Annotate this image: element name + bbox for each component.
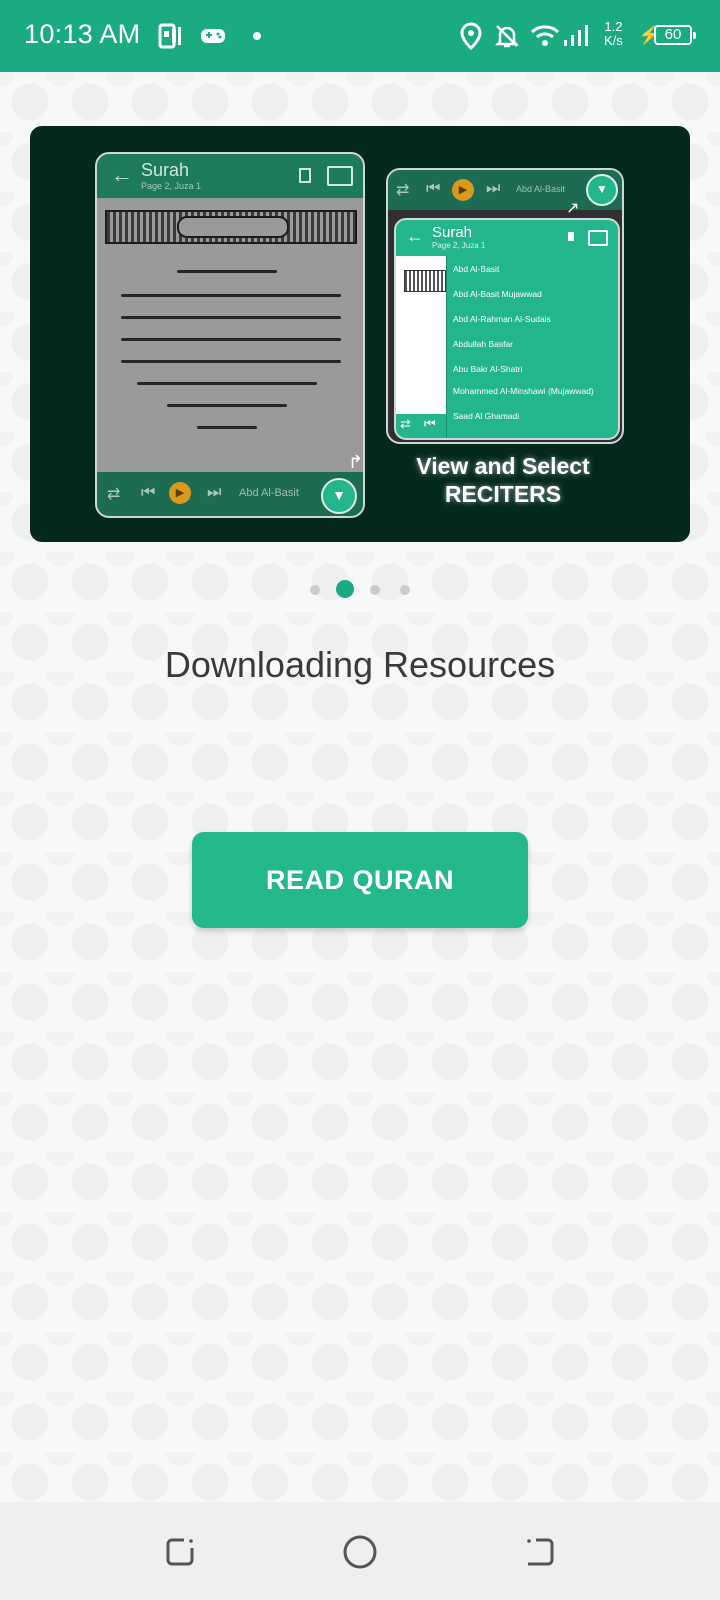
location-icon: [460, 22, 482, 50]
repeat-icon: ⇄: [400, 416, 411, 431]
reciter-item: Mohammed Al-Minshawi (Mujawwad): [453, 386, 594, 396]
mock-subtitle: Page 2, Juza 1: [432, 241, 486, 250]
reciter-item: Saad Al Ghamadi: [453, 411, 520, 421]
back-icon[interactable]: [522, 1534, 558, 1570]
status-heading: Downloading Resources: [164, 644, 556, 685]
mock-audio-player: ⇄ ⏮: [396, 414, 446, 438]
game-controller-icon: [200, 22, 226, 50]
back-arrow-icon: ←: [406, 226, 424, 246]
bell-off-icon: [494, 22, 520, 50]
dot-icon: [252, 22, 262, 50]
arabic-text-line: [121, 338, 341, 341]
arabic-text-line: [197, 426, 257, 429]
dropdown-icon: ▼: [586, 174, 618, 206]
book-icon: [588, 230, 608, 246]
previous-icon: ⏮: [141, 484, 156, 501]
page-dot-active[interactable]: [336, 580, 354, 598]
reciter-name: Abd Al-Basit: [239, 487, 299, 499]
mock-header: ← Surah Page 2, Juza 1: [97, 154, 363, 198]
mock-header: ← Surah Page 2, Juza 1: [396, 220, 618, 256]
speed-unit: K/s: [604, 33, 623, 48]
arabic-text-line: [121, 360, 341, 363]
book-icon: [327, 166, 353, 186]
mock-audio-player: ⇄ ⏮ ▶ ⏭ Abd Al-Basit ▼: [97, 472, 363, 516]
reciter-name: Abd Al-Basit: [516, 184, 566, 194]
arabic-text-line: [167, 404, 287, 407]
reciter-item: Abdullah Basfar: [453, 339, 514, 349]
page-dot[interactable]: [370, 585, 380, 595]
reciter-item: Abd Al-Basit Mujawwad: [453, 289, 542, 299]
arabic-text-line: [121, 294, 341, 297]
read-quran-button[interactable]: READ QURAN: [192, 832, 528, 928]
play-icon: ▶: [452, 179, 474, 201]
reciter-selector-mockup: ← Surah Page 2, Juza 1 Abd Al-Basit Abd …: [394, 218, 620, 440]
battery-icon: 60: [654, 25, 696, 45]
page-dot[interactable]: [310, 585, 320, 595]
mock-audio-player: ⇄ ⏮ ▶ ⏭ Abd Al-Basit ▼: [388, 170, 622, 210]
arabic-text-line: [177, 270, 277, 273]
play-icon: ▶: [169, 482, 191, 504]
pdf-app-icon: [158, 22, 184, 50]
pointer-arrow-icon: ↗: [566, 200, 580, 217]
bookmark-icon: [568, 232, 574, 241]
arabic-text-line: [121, 316, 341, 319]
battery-level: 60: [664, 26, 682, 43]
reciter-item: Abu Bakr Al-Shatri: [453, 364, 523, 374]
surah-header-frame: [105, 210, 357, 244]
onboarding-slide[interactable]: ← Surah Page 2, Juza 1 ⇄ ⏮ ▶ ⏭ Abd Al-Ba…: [30, 126, 690, 542]
navigation-bar: [0, 1502, 720, 1600]
repeat-icon: ⇄: [107, 486, 121, 503]
arabic-text-line: [137, 382, 317, 385]
mock-title: Surah: [432, 224, 473, 241]
next-icon: ⏭: [486, 180, 501, 197]
dropdown-icon: ▼: [321, 478, 357, 514]
status-time: 10:13 AM: [24, 19, 141, 49]
previous-icon: ⏮: [424, 416, 436, 431]
left-phone-mockup: ← Surah Page 2, Juza 1 ⇄ ⏮ ▶ ⏭ Abd Al-Ba…: [95, 152, 365, 518]
surah-header-frame: [404, 270, 446, 292]
back-arrow-icon: ←: [111, 162, 133, 187]
mock-title: Surah: [141, 160, 190, 180]
speed-value: 1.2: [604, 19, 623, 34]
home-icon[interactable]: [342, 1534, 378, 1570]
status-bar: 10:13 AM 1.2 K/s ⚡ 60: [0, 0, 720, 72]
recent-apps-icon[interactable]: [162, 1534, 198, 1570]
quran-page-preview: [97, 198, 363, 470]
wifi-icon: [530, 22, 560, 50]
previous-icon: ⏮: [426, 180, 441, 197]
repeat-icon: ⇄: [396, 182, 410, 199]
reciter-list: Abd Al-Basit Abd Al-Basit Mujawwad Abd A…: [446, 256, 618, 438]
caption-line-1: View and Select: [416, 453, 590, 479]
pointer-arrow-icon: ↱: [348, 452, 364, 472]
surah-header-frame-inner: [177, 216, 289, 238]
next-icon: ⏭: [207, 484, 222, 501]
network-speed: 1.2 K/s: [604, 20, 623, 48]
reciter-item: Abd Al-Basit: [453, 264, 500, 274]
slide-caption: View and Select RECITERS: [386, 452, 620, 508]
signal-icon: [562, 22, 588, 50]
caption-line-2: RECITERS: [444, 481, 562, 507]
reciter-item: Abd Al-Rahman Al-Sudais: [453, 314, 551, 324]
page-dot[interactable]: [400, 585, 410, 595]
mock-subtitle: Page 2, Juza 1: [141, 181, 202, 191]
bookmark-icon: [299, 168, 311, 183]
page-indicator: [0, 580, 720, 600]
